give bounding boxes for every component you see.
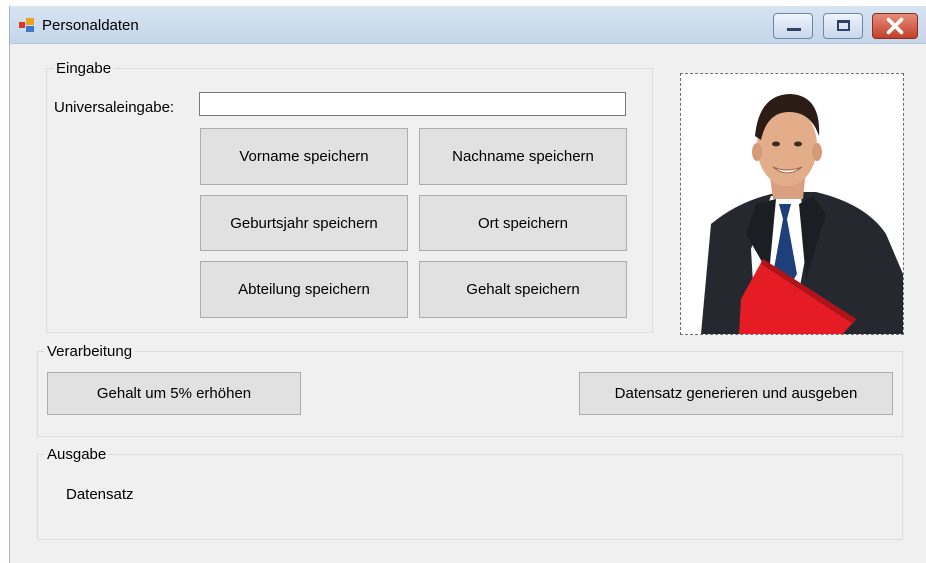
vorname-speichern-button[interactable]: Vorname speichern: [200, 128, 408, 185]
minimize-icon: [787, 28, 801, 31]
geburtsjahr-speichern-button[interactable]: Geburtsjahr speichern: [200, 195, 408, 251]
maximize-icon: [837, 20, 850, 31]
ausgabe-datensatz-text: Datensatz: [66, 486, 134, 503]
universaleingabe-input[interactable]: [199, 92, 626, 116]
businessman-portrait: [701, 94, 903, 334]
universaleingabe-label: Universaleingabe:: [54, 99, 175, 116]
verarbeitung-group-label: Verarbeitung: [44, 343, 136, 361]
close-icon: [886, 17, 904, 35]
eingabe-group-label: Eingabe: [53, 60, 115, 78]
windows-form-icon: [19, 18, 35, 32]
datensatz-generieren-button[interactable]: Datensatz generieren und ausgeben: [579, 372, 893, 415]
minimize-button[interactable]: [773, 13, 813, 39]
ausgabe-group: Ausgabe: [37, 446, 903, 540]
maximize-button[interactable]: [823, 13, 863, 39]
ausgabe-group-label: Ausgabe: [44, 446, 110, 464]
gehalt-erhoehen-button[interactable]: Gehalt um 5% erhöhen: [47, 372, 301, 415]
nachname-speichern-button[interactable]: Nachname speichern: [419, 128, 627, 185]
gehalt-speichern-button[interactable]: Gehalt speichern: [419, 261, 627, 318]
abteilung-speichern-button[interactable]: Abteilung speichern: [200, 261, 408, 318]
close-button[interactable]: [872, 13, 918, 39]
ort-speichern-button[interactable]: Ort speichern: [419, 195, 627, 251]
form-window: Personaldaten Eingabe Universaleingabe: …: [9, 6, 926, 563]
portrait-picture: [680, 73, 904, 335]
window-title: Personaldaten: [42, 17, 139, 34]
title-bar[interactable]: Personaldaten: [10, 6, 926, 44]
